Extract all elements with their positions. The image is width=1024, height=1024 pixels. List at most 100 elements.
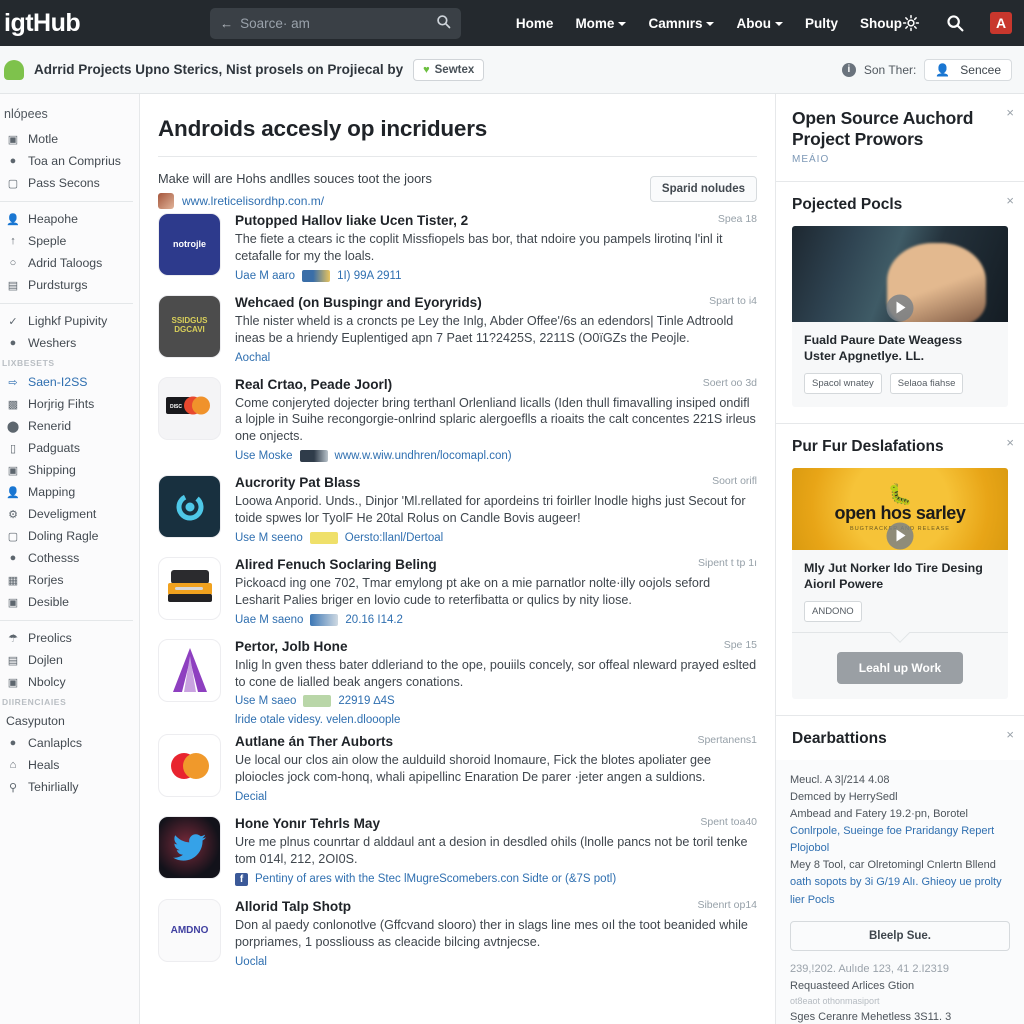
- search-box[interactable]: ←: [210, 7, 461, 39]
- sidebar-item-casyputon[interactable]: Casyputon: [0, 710, 139, 732]
- sidebar-item-saen-i2ss[interactable]: ⇨ Saen-I2SS: [0, 371, 139, 393]
- sidebar-item-tehirlially[interactable]: ⚲ Tehirlially: [0, 776, 139, 798]
- item-meta-label[interactable]: Pentiny of ares with the Stec lMugreScom…: [255, 873, 616, 885]
- banner-text: open hos sarley: [834, 503, 966, 524]
- sidebar-item-develigment[interactable]: ⚙ Develigment: [0, 503, 139, 525]
- item-sublink[interactable]: Aochal: [235, 352, 757, 364]
- promo-media[interactable]: [792, 225, 1008, 322]
- sidebar-item-toa-an-comprius[interactable]: ● Toa an Comprius: [0, 150, 139, 172]
- promo-button-secondary[interactable]: Selaoa fiahse: [889, 372, 964, 394]
- sidebar-item-mapping[interactable]: 👤 Mapping: [0, 481, 139, 503]
- note-line: Ambead and Fatery 19.2·pn, Borotel: [790, 808, 968, 821]
- promo-media[interactable]: 🐛 open hos sarley BUGTRACKER AND RELEASE: [792, 467, 1008, 550]
- share-button[interactable]: Sparid noludes: [649, 176, 757, 202]
- list-item[interactable]: Soort orifl Aucrority Pat Blass Loowa An…: [158, 475, 757, 544]
- item-title[interactable]: Autlane án Ther Auborts: [235, 734, 757, 749]
- sidebar-item-heals[interactable]: ⌂ Heals: [0, 754, 139, 776]
- item-meta-value[interactable]: 1I) 99A 2911: [337, 270, 401, 282]
- meta-chip-icon: [310, 613, 339, 626]
- sidebar-item-adrid-taloogs[interactable]: ○ Adrid Taloogs: [0, 252, 139, 274]
- promo-button-primary[interactable]: Spacol wnatey: [804, 372, 882, 394]
- sidebar-item-dojlen[interactable]: ▤ Dojlen: [0, 649, 139, 671]
- list-item[interactable]: Spent toa40 Hone Yonır Tehrls May Ure me…: [158, 816, 757, 886]
- item-title[interactable]: Alired Fenuch Soclaring Beling: [235, 557, 757, 572]
- item-title[interactable]: Putopped Hallov liake Ucen Tister, 2: [235, 213, 757, 228]
- sidebar-item-motle[interactable]: ▣ Motle: [0, 128, 139, 150]
- sidebar-item-rorjes[interactable]: ▦ Rorjes: [0, 569, 139, 591]
- play-button[interactable]: [886, 294, 914, 322]
- sidebar-item-canlaplcs[interactable]: ● Canlaplcs: [0, 732, 139, 754]
- item-meta-label[interactable]: Uae M saeno: [235, 614, 303, 626]
- watch-button[interactable]: ♥ Sewtex: [413, 58, 485, 81]
- item-sublink[interactable]: Decial: [235, 791, 757, 803]
- shield-icon: ⬤: [6, 420, 20, 433]
- item-meta-value[interactable]: 22919 ∆4S: [338, 695, 394, 707]
- search-icon[interactable]: [946, 14, 964, 32]
- page-title: Androids accesly op incriduers: [158, 116, 488, 141]
- list-item[interactable]: SSIDGUS DGCAVI Spart to i4 Wehcaed (on B…: [158, 294, 757, 364]
- user-chip[interactable]: 👤 Sencee: [924, 58, 1012, 81]
- sidebar-item-desible[interactable]: ▣ Desible: [0, 591, 139, 613]
- item-title[interactable]: Aucrority Pat Blass: [235, 475, 757, 490]
- list-item[interactable]: AMDNO Sibenrt op14 Allorid Talp Shotp Do…: [158, 898, 757, 968]
- item-meta-label[interactable]: Uae M aaro: [235, 270, 295, 282]
- user-avatar[interactable]: A: [990, 12, 1012, 34]
- item-sublink[interactable]: Uoclal: [235, 956, 757, 968]
- note-link[interactable]: Conlrpole, Sueinge foe Praridangy Repert…: [790, 823, 1010, 857]
- list-item[interactable]: Sipent t tp 1ı Alired Fenuch Soclaring B…: [158, 556, 757, 626]
- close-icon[interactable]: ×: [1006, 106, 1014, 119]
- sidebar-item-nbolcy[interactable]: ▣ Nbolcy: [0, 671, 139, 693]
- list-item[interactable]: Spertanens1 Autlane án Ther Auborts Ue l…: [158, 734, 757, 803]
- sidebar-item-cothesss[interactable]: ● Cothesss: [0, 547, 139, 569]
- info-icon[interactable]: i: [841, 62, 856, 77]
- item-meta-value[interactable]: Oersto:llanl/Dertoal: [345, 532, 443, 544]
- list-item[interactable]: notrojle Spea 18 Putopped Hallov liake U…: [158, 213, 757, 282]
- sidebar-item-pass-secons[interactable]: ▢ Pass Secons: [0, 172, 139, 194]
- source-link[interactable]: www.lreticelisordhp.con.m/: [182, 194, 324, 208]
- sidebar-item-renerid[interactable]: ⬤ Renerid: [0, 415, 139, 437]
- list-item[interactable]: DISC Soert oo 3d Real Crtao, Peade Joorl…: [158, 376, 757, 463]
- item-meta-label[interactable]: Use Moske: [235, 450, 293, 462]
- close-icon[interactable]: ×: [1006, 436, 1014, 449]
- close-icon[interactable]: ×: [1006, 728, 1014, 741]
- sidebar-item-weshers[interactable]: ● Weshers: [0, 332, 139, 354]
- list-item[interactable]: Spe 15 Pertor, Jolb Hone Inlig ln gven t…: [158, 638, 757, 708]
- nav-link-abou[interactable]: Abou: [736, 16, 783, 31]
- note-link[interactable]: oath sopots by 3i G/19 Alı. Ghieoy ue pr…: [790, 874, 1010, 908]
- sidebar-item-preolics[interactable]: ☂ Preolics: [0, 627, 139, 649]
- promo-small-button[interactable]: ANDONO: [804, 601, 862, 623]
- item-title[interactable]: Hone Yonır Tehrls May: [235, 816, 757, 831]
- sidebar-item-padguats[interactable]: ▯ Padguats: [0, 437, 139, 459]
- sidebar-item-doling-ragle[interactable]: ▢ Doling Ragle: [0, 525, 139, 547]
- sidebar-item-shipping[interactable]: ▣ Shipping: [0, 459, 139, 481]
- sidebar-item-heapohe[interactable]: 👤 Heapohe: [0, 208, 139, 230]
- sidebar-item-horjrig-fihts[interactable]: ▩ Horjrig Fihts: [0, 393, 139, 415]
- item-title[interactable]: Allorid Talp Shotp: [235, 899, 757, 914]
- play-button[interactable]: [886, 522, 914, 550]
- cta-button[interactable]: Leahl up Work: [836, 652, 964, 685]
- search-input[interactable]: [238, 14, 436, 32]
- item-title[interactable]: Wehcaed (on Buspingr and Eyoryrids): [235, 295, 757, 310]
- close-icon[interactable]: ×: [1006, 194, 1014, 207]
- nav-link-shoup[interactable]: Shoup: [860, 16, 902, 31]
- settings-gear-icon[interactable]: [902, 14, 920, 32]
- item-title[interactable]: Pertor, Jolb Hone: [235, 639, 757, 654]
- item-footer-link[interactable]: lride otale videsy. velen.dlooople: [235, 714, 757, 726]
- search-icon[interactable]: [436, 14, 451, 33]
- sidebar-item-speple[interactable]: ↑ Speple: [0, 230, 139, 252]
- sidebar-item-lighkf-pupivity[interactable]: ✓ Lighkf Pupivity: [0, 310, 139, 332]
- site-logo[interactable]: igtHub: [4, 9, 81, 38]
- nav-link-mome[interactable]: Mome: [575, 16, 627, 31]
- item-meta-value[interactable]: 20.16 I14.2: [345, 614, 403, 626]
- sidebar-item-purdsturgs[interactable]: ▤ Purdsturgs: [0, 274, 139, 296]
- item-meta-label[interactable]: Use M saeo: [235, 695, 296, 707]
- item-meta-label[interactable]: Use M seeno: [235, 532, 303, 544]
- nav-link-camnirs[interactable]: Camnırs: [648, 16, 715, 31]
- notes-action-button[interactable]: Bleelp Sue.: [790, 920, 1010, 951]
- item-title[interactable]: Real Crtao, Peade Joorl): [235, 377, 757, 392]
- item-meta: Use M saeo 22919 ∆4S: [235, 695, 757, 708]
- item-meta: Use Moske www.w.wiw.undhren/locomapl.con…: [235, 450, 757, 463]
- nav-link-home[interactable]: Home: [516, 16, 554, 31]
- item-meta-value[interactable]: www.w.wiw.undhren/locomapl.con): [335, 450, 512, 462]
- nav-link-pulty[interactable]: Pulty: [805, 16, 838, 31]
